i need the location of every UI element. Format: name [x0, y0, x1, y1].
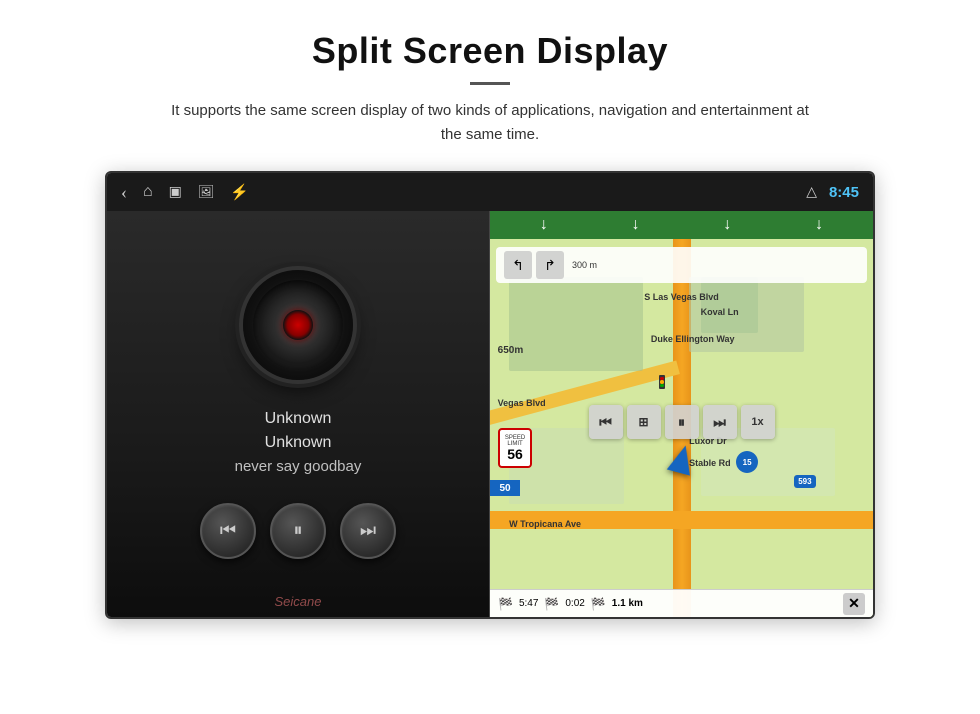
nav-distance: 1.1 km [612, 598, 643, 609]
street-duke: Duke Ellington Way [651, 334, 735, 344]
street-stable: Stable Rd [689, 458, 731, 468]
track-artist: Unknown [235, 434, 362, 452]
nav-arrow-4: ↓ [815, 216, 823, 234]
nav-instruction: ↰ ↱ 300 m [496, 247, 867, 283]
nav-arrow-3: ↓ [723, 216, 731, 234]
subtitle-text: It supports the same screen display of t… [170, 99, 810, 147]
nav-elapsed: 0:02 [565, 598, 584, 609]
play-pause-button[interactable]: ⏸ [270, 503, 326, 559]
street-tropicana: W Tropicana Ave [509, 519, 581, 529]
speed-sign-outer: SPEED LIMIT 56 [498, 428, 532, 468]
nav-turn-icons: ↰ ↱ [504, 251, 564, 279]
road-name-las-vegas: S Las Vegas Blvd [644, 292, 719, 302]
prev-icon: ⏮ [220, 520, 236, 541]
traffic-light-1 [659, 375, 665, 389]
media-panel: Unknown Unknown never say goodbay ⏮ ⏸ ⏭ [107, 211, 490, 617]
nav-distance-label: 300 m [572, 260, 597, 270]
nav-arrow-2: ↓ [632, 216, 640, 234]
road-593-badge: 593 [794, 475, 815, 488]
eject-icon[interactable]: △ [806, 184, 817, 201]
status-time: 8:45 [829, 184, 859, 201]
nav-controls-overlay: ⏮ ⊞ ⏸ ⏭ 1x [490, 405, 873, 439]
device-wrapper: ‹ ⌂ ▣ 🖼 ⚡ △ 8:45 Unknown [105, 171, 875, 619]
map-building-2 [509, 277, 643, 372]
road-50-badge: 50 [490, 480, 520, 496]
road-15-text: 15 [743, 458, 752, 467]
home-icon[interactable]: ⌂ [143, 183, 153, 201]
back-icon[interactable]: ‹ [121, 182, 127, 203]
turn-left-icon: ↰ [512, 257, 524, 274]
nav-map: S Las Vegas Blvd Koval Ln Duke Ellington… [490, 239, 873, 617]
nav-650m: 650m [498, 345, 524, 356]
gallery-icon[interactable]: 🖼 [198, 184, 215, 200]
road-50-text: 50 [499, 483, 510, 494]
nav-pause-button[interactable]: ⏸ [665, 405, 699, 439]
album-art [243, 270, 353, 380]
nav-flag-end: 🏁 [591, 597, 606, 611]
nav-panel: ↓ ↓ ↓ ↓ [490, 211, 873, 617]
status-bar: ‹ ⌂ ▣ 🖼 ⚡ △ 8:45 [107, 173, 873, 211]
nav-next-button[interactable]: ⏭ [703, 405, 737, 439]
track-info: Unknown Unknown never say goodbay [235, 410, 362, 475]
split-screen: Unknown Unknown never say goodbay ⏮ ⏸ ⏭ [107, 211, 873, 617]
status-bar-right: △ 8:45 [806, 184, 859, 201]
prev-button[interactable]: ⏮ [200, 503, 256, 559]
title-section: Split Screen Display It supports the sam… [60, 30, 920, 147]
page-wrapper: Split Screen Display It supports the sam… [0, 0, 980, 649]
nav-close-button[interactable]: ✕ [843, 593, 865, 615]
play-pause-icon: ⏸ [294, 520, 303, 541]
speed-sign-number: 56 [507, 447, 523, 461]
nav-grid-button[interactable]: ⊞ [627, 405, 661, 439]
nav-bottom-bar: 🏁 5:47 🏁 0:02 🏁 1.1 km ✕ [490, 589, 873, 617]
nav-flag-mid: 🏁 [544, 597, 559, 611]
street-koval: Koval Ln [701, 307, 739, 317]
nav-speed-sign: SPEED LIMIT 56 [498, 428, 532, 468]
album-art-inner [283, 310, 313, 340]
next-icon: ⏭ [360, 520, 376, 541]
status-bar-left: ‹ ⌂ ▣ 🖼 ⚡ [121, 182, 788, 203]
nav-speed-button[interactable]: 1x [741, 405, 775, 439]
nav-prev-button[interactable]: ⏮ [589, 405, 623, 439]
usb-icon[interactable]: ⚡ [230, 183, 249, 202]
track-song: never say goodbay [235, 458, 362, 475]
nav-bottom-time: 5:47 [519, 598, 538, 609]
watermark: Seicane [275, 594, 322, 609]
media-controls: ⏮ ⏸ ⏭ [200, 503, 396, 559]
recents-icon[interactable]: ▣ [169, 184, 182, 201]
title-divider [470, 82, 510, 85]
map-building-5 [701, 277, 758, 334]
track-title: Unknown [235, 410, 362, 428]
nav-flag-start: 🏁 [498, 597, 513, 611]
nav-top-bar: ↓ ↓ ↓ ↓ [490, 211, 873, 239]
nav-arrow-1: ↓ [540, 216, 548, 234]
turn-left-box: ↰ [504, 251, 532, 279]
page-title: Split Screen Display [60, 30, 920, 72]
next-button[interactable]: ⏭ [340, 503, 396, 559]
turn-right-box: ↱ [536, 251, 564, 279]
turn-right-icon: ↱ [544, 257, 556, 274]
